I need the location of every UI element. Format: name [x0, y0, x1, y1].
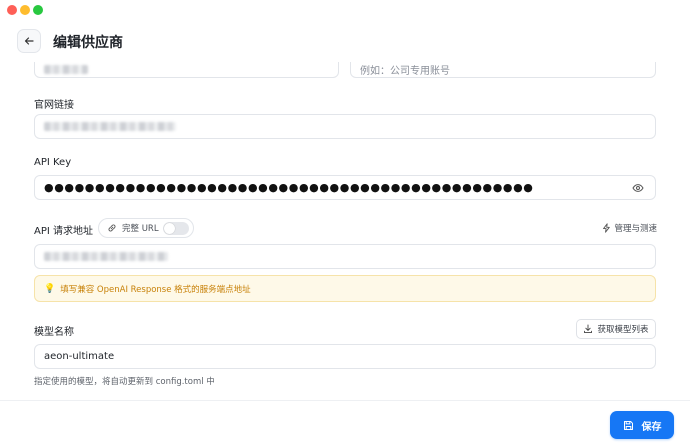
- api-key-input[interactable]: ●●●●●●●●●●●●●●●●●●●●●●●●●●●●●●●●●●●●●●●●…: [34, 175, 656, 200]
- model-helper-text: 指定使用的模型，将自动更新到 config.toml 中: [34, 377, 215, 387]
- endpoint-hint: 💡 填写兼容 OpenAI Response 格式的服务端点地址: [34, 275, 656, 302]
- remark-input[interactable]: 例如：公司专用账号: [350, 62, 656, 78]
- lightbulb-icon: 💡: [44, 283, 56, 294]
- website-input[interactable]: [34, 114, 656, 139]
- save-label: 保存: [641, 421, 662, 433]
- model-input[interactable]: aeon-ultimate: [34, 344, 656, 369]
- window-titlebar: [0, 0, 690, 20]
- arrow-left-icon: [24, 37, 34, 45]
- redacted-value: [44, 252, 168, 261]
- full-url-switch[interactable]: [163, 222, 189, 235]
- api-key-masked-value: ●●●●●●●●●●●●●●●●●●●●●●●●●●●●●●●●●●●●●●●●…: [44, 181, 534, 194]
- full-url-toggle-pill[interactable]: 完整 URL: [98, 218, 194, 238]
- download-icon: [584, 324, 593, 334]
- lightning-icon: [603, 223, 611, 233]
- manage-speedtest-link[interactable]: 管理与测速: [602, 222, 657, 234]
- remark-placeholder: 例如：公司专用账号: [360, 65, 450, 77]
- redacted-value: [44, 122, 176, 131]
- hint-text: 填写兼容 OpenAI Response 格式的服务端点地址: [60, 284, 251, 295]
- page-title: 编辑供应商: [53, 35, 123, 51]
- link-icon: [108, 224, 116, 232]
- api-url-label: API 请求地址: [34, 226, 93, 237]
- api-key-label: API Key: [34, 157, 72, 168]
- fetch-models-button[interactable]: 获取模型列表: [576, 319, 656, 339]
- close-window-button[interactable]: [7, 5, 17, 15]
- model-value: aeon-ultimate: [44, 351, 115, 362]
- save-button[interactable]: 保存: [610, 411, 674, 439]
- page-header: 编辑供应商: [0, 20, 690, 62]
- floppy-icon: [623, 420, 633, 430]
- full-url-label: 完整 URL: [122, 224, 159, 234]
- website-label: 官网链接: [34, 100, 74, 111]
- model-label: 模型名称: [34, 327, 74, 338]
- eye-icon[interactable]: [632, 182, 644, 194]
- manage-label: 管理与测速: [614, 224, 657, 234]
- back-button[interactable]: [17, 29, 41, 53]
- switch-knob: [164, 223, 175, 234]
- fetch-models-label: 获取模型列表: [597, 325, 649, 335]
- maximize-window-button[interactable]: [33, 5, 43, 15]
- minimize-window-button[interactable]: [20, 5, 30, 15]
- provider-name-input[interactable]: [34, 62, 339, 78]
- api-url-input[interactable]: [34, 244, 656, 269]
- form-scroll-area[interactable]: 例如：公司专用账号 官网链接 API Key ●●●●●●●●●●●●●●●●●…: [0, 62, 690, 400]
- footer-bar: 保存: [0, 400, 690, 448]
- redacted-value: [44, 64, 88, 74]
